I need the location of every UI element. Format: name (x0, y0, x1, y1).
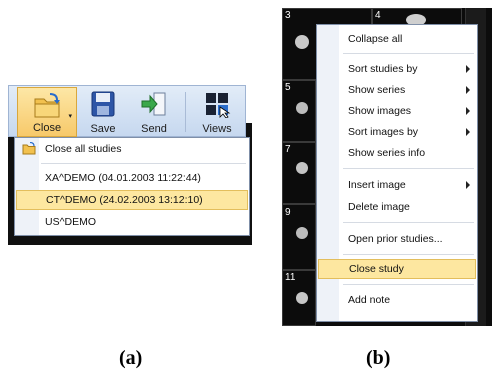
menu-separator (41, 163, 246, 164)
menu-item-close-all-studies[interactable]: Close all studies (16, 139, 248, 159)
menu-item-label: Close all studies (45, 143, 122, 155)
menu-item-label: Sort studies by (348, 63, 418, 75)
context-menu-panel: 3 4 5 7 9 11 Collapse all Sort studies b… (282, 8, 492, 326)
menu-item-add-note[interactable]: Add note (318, 290, 476, 310)
views-grid-icon (206, 93, 231, 118)
menu-item-insert-image[interactable]: Insert image (318, 175, 476, 195)
ribbon-toolbar: ▾ Close Save Send Views (8, 85, 246, 137)
menu-item-study-us-demo[interactable]: US^DEMO (16, 212, 248, 232)
menu-item-label: CT^DEMO (24.02.2003 13:12:10) (46, 194, 203, 206)
save-button[interactable]: Save (81, 87, 125, 137)
viewport-number: 9 (285, 207, 291, 218)
submenu-arrow-icon (466, 86, 470, 94)
menu-separator (343, 222, 474, 223)
views-label: Views (202, 123, 232, 135)
send-label: Send (141, 123, 167, 135)
menu-item-label: Show images (348, 105, 412, 117)
menu-item-label: Collapse all (348, 33, 403, 45)
viewport-number: 3 (285, 10, 291, 21)
menu-item-label: Sort images by (348, 126, 419, 138)
menu-separator (343, 168, 474, 169)
submenu-arrow-icon (466, 65, 470, 73)
viewport-number: 7 (285, 144, 291, 155)
menu-item-study-ct-demo[interactable]: CT^DEMO (24.02.2003 13:12:10) (16, 190, 248, 210)
viewer-context-menu: Collapse all Sort studies by Show series… (316, 24, 478, 322)
menu-item-open-prior-studies[interactable]: Open prior studies... (318, 229, 476, 249)
dropdown-arrow-icon[interactable]: ▾ (68, 112, 72, 120)
menu-item-sort-studies-by[interactable]: Sort studies by (318, 59, 476, 79)
save-label: Save (90, 123, 116, 135)
caption-b: (b) (366, 347, 391, 369)
send-button[interactable]: Send (129, 87, 179, 137)
caption-a: (a) (119, 347, 143, 369)
folder-close-icon (34, 93, 60, 118)
menu-item-show-images[interactable]: Show images (318, 101, 476, 121)
views-button[interactable]: Views (193, 87, 241, 137)
close-dropdown-menu: Close all studies XA^DEMO (04.01.2003 11… (14, 137, 250, 236)
menu-item-show-series-info[interactable]: Show series info (318, 143, 476, 163)
close-label: Close (32, 122, 62, 134)
menu-item-show-series[interactable]: Show series (318, 80, 476, 100)
menu-item-label: Add note (348, 294, 391, 306)
floppy-disk-icon (91, 91, 115, 117)
submenu-arrow-icon (466, 107, 470, 115)
menu-item-study-xa-demo[interactable]: XA^DEMO (04.01.2003 11:22:44) (16, 168, 248, 188)
menu-separator (343, 53, 474, 54)
send-arrow-icon (141, 92, 166, 116)
menu-item-label: Show series (348, 84, 406, 96)
menu-item-sort-images-by[interactable]: Sort images by (318, 122, 476, 142)
menu-item-label: Close study (349, 263, 404, 275)
submenu-arrow-icon (466, 128, 470, 136)
close-menu-panel: ▾ Close Save Send Views Close all studie… (8, 85, 252, 245)
viewport-number: 4 (375, 10, 381, 21)
close-button[interactable]: ▾ Close (17, 87, 77, 137)
submenu-arrow-icon (466, 181, 470, 189)
folder-icon (22, 142, 36, 155)
toolbar-divider (185, 92, 186, 132)
menu-item-label: XA^DEMO (04.01.2003 11:22:44) (45, 172, 201, 184)
menu-separator (343, 254, 474, 255)
menu-item-label: US^DEMO (45, 216, 97, 228)
viewport-number: 5 (285, 82, 291, 93)
menu-item-close-study[interactable]: Close study (318, 259, 476, 279)
menu-separator (343, 284, 474, 285)
menu-item-label: Delete image (348, 201, 410, 213)
menu-item-label: Show series info (348, 147, 426, 159)
menu-item-delete-image[interactable]: Delete image (318, 197, 476, 217)
menu-item-label: Open prior studies... (348, 233, 443, 245)
menu-item-collapse-all[interactable]: Collapse all (318, 29, 476, 49)
menu-item-label: Insert image (348, 179, 406, 191)
medical-thumbnail-strip (295, 35, 309, 304)
